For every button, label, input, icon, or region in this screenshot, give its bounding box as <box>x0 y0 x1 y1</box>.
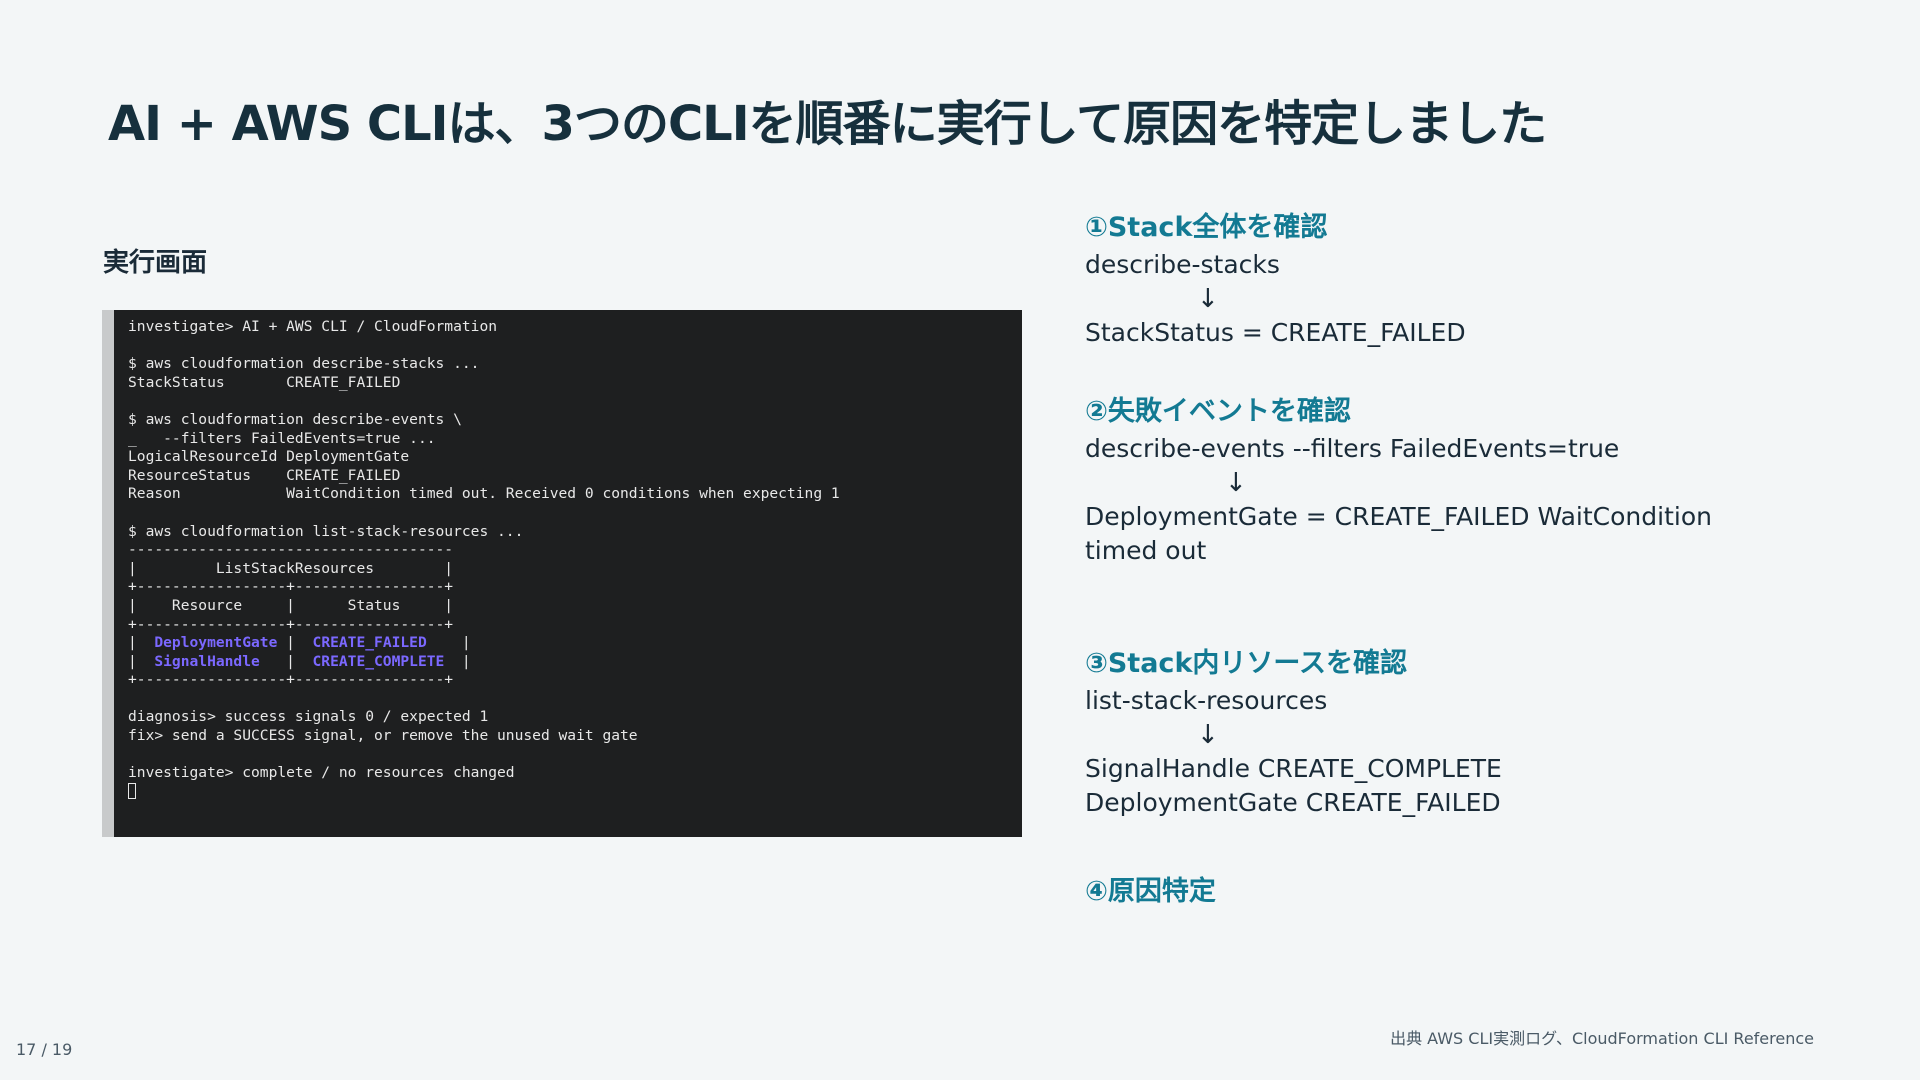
step-result: SignalHandle CREATE_COMPLETE DeploymentG… <box>1085 754 1502 817</box>
table-row: | SignalHandle | CREATE_COMPLETE | <box>128 652 471 670</box>
terminal-line: $ aws cloudformation describe-stacks ... <box>128 355 480 373</box>
terminal-line: _ --filters FailedEvents=true ... <box>128 429 436 447</box>
section-label: 実行画面 <box>103 248 208 278</box>
down-arrow-icon: ↓ <box>1197 720 1219 750</box>
down-arrow-icon: ↓ <box>1197 284 1219 314</box>
step-title: ③Stack内リソースを確認 <box>1085 648 1408 679</box>
terminal-line: diagnosis> success signals 0 / expected … <box>128 708 489 726</box>
terminal-line: +-----------------+-----------------+ <box>128 615 454 633</box>
status-cell: CREATE_COMPLETE <box>312 652 445 670</box>
step-title: ①Stack全体を確認 <box>1085 212 1328 243</box>
terminal-line: | Resource | Status | <box>128 596 454 614</box>
terminal-line: +-----------------+-----------------+ <box>128 578 454 596</box>
status-cell: CREATE_FAILED <box>312 634 427 652</box>
step-3: ③Stack内リソースを確認 list-stack-resources ↓ Si… <box>1085 644 1785 820</box>
slide-title: AI + AWS CLIは、3つのCLIを順番に実行して原因を特定しました <box>108 96 1547 152</box>
terminal-line: | ListStackResources | <box>128 559 454 577</box>
terminal-screenshot: investigate> AI + AWS CLI / CloudFormati… <box>102 310 1022 837</box>
resource-cell: DeploymentGate <box>154 634 278 652</box>
step-2: ②失敗イベントを確認 describe-events --filters Fai… <box>1085 392 1785 568</box>
step-command: list-stack-resources <box>1085 686 1328 715</box>
terminal-line: investigate> complete / no resources cha… <box>128 764 515 782</box>
terminal-cursor <box>128 782 136 799</box>
terminal-line: Reason WaitCondition timed out. Received… <box>128 485 840 503</box>
terminal-line: $ aws cloudformation describe-events \ <box>128 410 462 428</box>
step-result: DeploymentGate = CREATE_FAILED WaitCondi… <box>1085 502 1712 565</box>
step-command: describe-events --filters FailedEvents=t… <box>1085 434 1620 463</box>
down-arrow-icon: ↓ <box>1225 468 1247 498</box>
terminal-line: fix> send a SUCCESS signal, or remove th… <box>128 727 638 745</box>
terminal-line: LogicalResourceId DeploymentGate <box>128 448 410 466</box>
terminal-line: StackStatus CREATE_FAILED <box>128 373 401 391</box>
step-4: ④原因特定 <box>1085 872 1785 912</box>
step-title: ②失敗イベントを確認 <box>1085 396 1351 427</box>
step-title: ④原因特定 <box>1085 876 1216 907</box>
resource-cell: SignalHandle <box>154 652 260 670</box>
table-row: | DeploymentGate | CREATE_FAILED | <box>128 634 471 652</box>
step-command: describe-stacks <box>1085 250 1280 279</box>
terminal-line: investigate> AI + AWS CLI / CloudFormati… <box>128 318 498 335</box>
terminal-output: investigate> AI + AWS CLI / CloudFormati… <box>114 310 1022 801</box>
terminal-line: ResourceStatus CREATE_FAILED <box>128 466 401 484</box>
terminal-line: +-----------------+-----------------+ <box>128 671 454 689</box>
source-note: 出典 AWS CLI実測ログ、CloudFormation CLI Refere… <box>1390 1029 1814 1048</box>
terminal-line: $ aws cloudformation list-stack-resource… <box>128 522 524 540</box>
step-result: StackStatus = CREATE_FAILED <box>1085 318 1466 347</box>
terminal-line: ------------------------------------- <box>128 541 454 559</box>
step-1: ①Stack全体を確認 describe-stacks ↓ StackStatu… <box>1085 208 1785 350</box>
page-number: 17 / 19 <box>16 1040 73 1059</box>
